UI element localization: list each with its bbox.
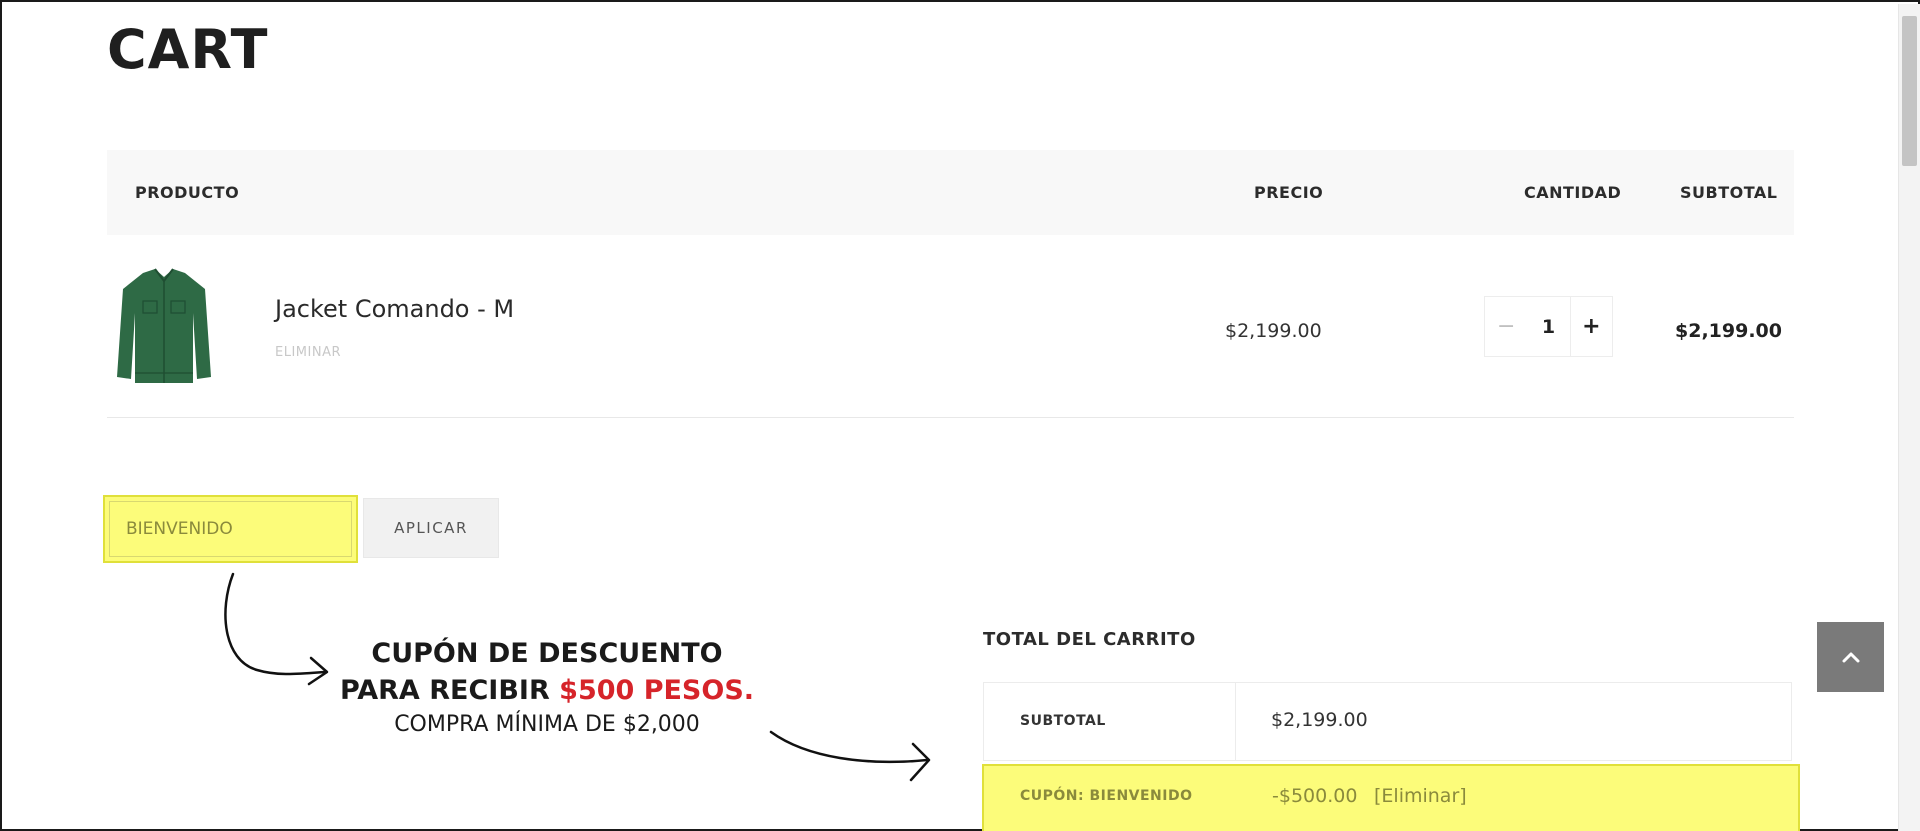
annotation-highlight: $500 PESOS. xyxy=(559,675,755,706)
product-subtotal: $2,199.00 xyxy=(1675,320,1782,342)
annotation-line-2-prefix: PARA RECIBIR xyxy=(339,675,560,706)
cart-table: PRODUCTO PRECIO CANTIDAD SUBTOTAL Jacket… xyxy=(107,150,1794,418)
header-quantity: CANTIDAD xyxy=(1524,183,1622,202)
table-row: Jacket Comando - M ELIMINAR $2,199.00 − … xyxy=(107,235,1794,418)
annotation-line-1: CUPÓN DE DESCUENTO xyxy=(371,638,723,669)
totals-coupon-value: -$500.00 xyxy=(1272,785,1358,807)
annotation-line-2: PARA RECIBIR $500 PESOS. xyxy=(322,675,772,706)
totals-coupon-row: CUPÓN: BIENVENIDO -$500.00 [Eliminar] xyxy=(982,764,1800,831)
totals-subtotal-value: $2,199.00 xyxy=(1271,709,1368,731)
annotation-line-3: COMPRA MÍNIMA DE $2,000 xyxy=(394,712,700,737)
product-name[interactable]: Jacket Comando - M xyxy=(275,295,514,323)
remove-item-link[interactable]: ELIMINAR xyxy=(275,345,341,360)
scrollbar-thumb[interactable] xyxy=(1902,16,1917,166)
totals-subtotal-row: SUBTOTAL $2,199.00 xyxy=(984,683,1791,761)
cart-totals-table: SUBTOTAL $2,199.00 xyxy=(983,682,1792,761)
header-price: PRECIO xyxy=(1254,183,1324,202)
cart-totals-title: TOTAL DEL CARRITO xyxy=(983,629,1196,650)
arrow-right-icon xyxy=(769,730,931,782)
arrow-down-right-icon xyxy=(224,572,329,686)
page-title: CART xyxy=(107,18,269,81)
scroll-to-top-button[interactable] xyxy=(1817,622,1884,692)
product-image[interactable] xyxy=(113,265,215,387)
totals-divider xyxy=(1235,683,1236,760)
table-header: PRODUCTO PRECIO CANTIDAD SUBTOTAL xyxy=(107,150,1794,235)
header-subtotal: SUBTOTAL xyxy=(1680,183,1778,202)
chevron-up-icon xyxy=(1842,652,1859,663)
remove-coupon-link[interactable]: [Eliminar] xyxy=(1374,785,1467,807)
qty-decrease-button[interactable]: − xyxy=(1485,297,1527,356)
apply-coupon-button[interactable]: APLICAR xyxy=(363,498,499,558)
coupon-highlight xyxy=(103,495,358,563)
totals-subtotal-label: SUBTOTAL xyxy=(1020,713,1106,729)
page-scrollbar[interactable] xyxy=(1898,4,1920,831)
qty-increase-button[interactable]: + xyxy=(1569,297,1612,356)
page-frame: CART PRODUCTO PRECIO CANTIDAD SUBTOTAL J… xyxy=(0,0,1920,831)
header-product: PRODUCTO xyxy=(135,183,240,202)
quantity-stepper: − 1 + xyxy=(1484,296,1613,357)
coupon-input[interactable] xyxy=(109,501,352,557)
totals-coupon-label: CUPÓN: BIENVENIDO xyxy=(1020,788,1193,804)
qty-value[interactable]: 1 xyxy=(1527,316,1569,338)
product-price: $2,199.00 xyxy=(1225,320,1322,342)
coupon-annotation: CUPÓN DE DESCUENTO PARA RECIBIR $500 PES… xyxy=(322,638,772,737)
